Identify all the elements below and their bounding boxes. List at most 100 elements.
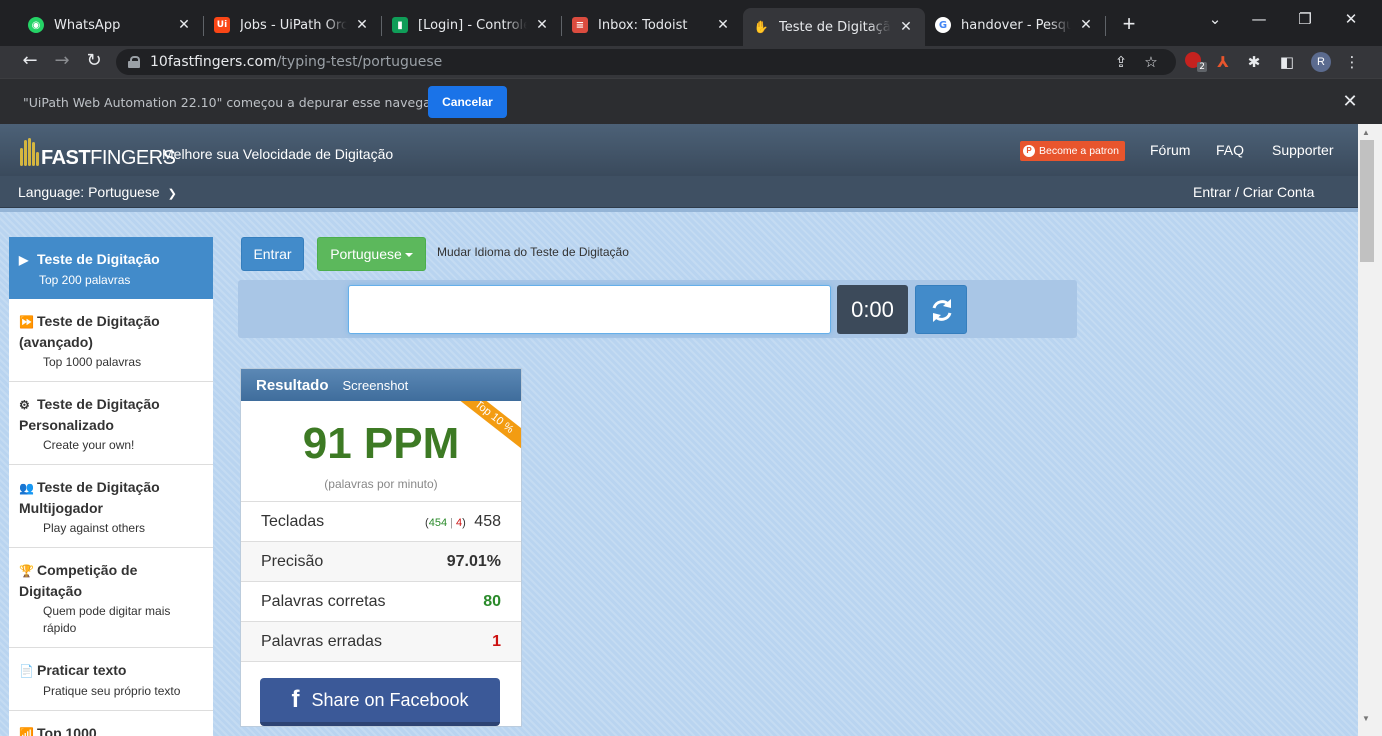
screenshot-link[interactable]: Screenshot — [343, 378, 409, 393]
tab-todoist[interactable]: ≡ Inbox: Todoist ✕ — [562, 8, 742, 42]
nav-supporter-link[interactable]: Supporter — [1272, 142, 1333, 158]
extension-badge-count: 2 — [1197, 62, 1207, 72]
forward-arrow-icon[interactable]: → — [50, 50, 74, 71]
puzzle-extensions-icon[interactable]: ✱ — [1244, 52, 1264, 72]
sidebar-item-sub: Top 200 palavras — [39, 273, 131, 287]
restore-icon[interactable]: ❐ — [1290, 10, 1320, 28]
sidebar-item-advanced[interactable]: ⏩ Teste de Digitação (avançado) Top 1000 … — [9, 299, 213, 382]
refresh-icon — [932, 299, 952, 322]
result-row-keystrokes: Tecladas (454 | 4) 458 — [241, 502, 521, 542]
sidebar-item-title: Teste de Digitação Multijogador — [19, 479, 160, 516]
site-tagline: Melhore sua Velocidade de Digitação — [162, 146, 394, 162]
chevron-down-icon: ❯ — [167, 188, 177, 200]
share-icon[interactable]: ⇪ — [1111, 52, 1131, 72]
page-scrollbar[interactable]: ▲ ▼ — [1358, 124, 1382, 736]
profile-avatar[interactable]: R — [1311, 52, 1331, 72]
address-bar[interactable]: 10fastfingers.com/typing-test/portuguese — [116, 49, 1176, 75]
restart-button[interactable] — [915, 285, 967, 334]
accuracy-label: Precisão — [261, 552, 324, 570]
sidebar-item-title: Praticar texto — [37, 662, 127, 678]
accuracy-value: 97.01% — [446, 552, 501, 570]
sidebar-item-title: Teste de Digitação Personalizado — [19, 396, 160, 433]
flag-icon: ▮ — [392, 17, 408, 33]
site-header: FASTFINGERS Melhore sua Velocidade de Di… — [0, 124, 1358, 176]
scroll-down-icon[interactable]: ▼ — [1362, 714, 1370, 723]
menu-kebab-icon[interactable]: ⋮ — [1342, 52, 1362, 72]
keystrokes-label: Tecladas — [261, 512, 325, 530]
result-header: Resultado Screenshot — [241, 369, 521, 401]
sidebar-item-sub: Create your own! — [43, 438, 135, 452]
facebook-icon: f — [291, 686, 300, 713]
tab-title: WhatsApp — [54, 17, 121, 33]
tab-title: [Login] - Controle de Acesso — [418, 17, 527, 33]
sidebar-item-practice[interactable]: 📄 Praticar texto Pratique seu próprio tex… — [9, 648, 213, 711]
side-panel-icon[interactable]: ◧ — [1277, 52, 1297, 72]
result-card: Resultado Screenshot Top 10 % 91 PPM (pa… — [240, 368, 522, 727]
tab-search-chevron-icon[interactable]: ⌄ — [1200, 10, 1230, 28]
nav-forum-link[interactable]: Fórum — [1150, 142, 1190, 158]
close-tab-icon[interactable]: ✕ — [897, 19, 915, 35]
tab-google-search[interactable]: G handover - Pesquisa Google ✕ — [925, 8, 1105, 42]
tab-whatsapp[interactable]: ◉ WhatsApp ✕ — [18, 8, 203, 42]
scrollbar-thumb[interactable] — [1360, 140, 1374, 262]
sidebar: ▶ Teste de Digitação Top 200 palavras ⏩ Te… — [9, 237, 213, 736]
tab-title: handover - Pesquisa Google — [961, 17, 1071, 33]
minimize-icon[interactable]: — — [1244, 10, 1274, 28]
window-close-icon[interactable]: ✕ — [1336, 10, 1366, 28]
bookmark-star-icon[interactable]: ☆ — [1141, 52, 1161, 72]
back-arrow-icon[interactable]: ← — [18, 50, 42, 71]
extension-badge-icon[interactable]: 2 — [1183, 52, 1207, 72]
ppm-box: Top 10 % 91 PPM (palavras por minuto) — [241, 401, 521, 502]
sidebar-item-typing-test[interactable]: ▶ Teste de Digitação Top 200 palavras — [9, 237, 213, 299]
result-row-accuracy: Precisão 97.01% — [241, 542, 521, 582]
close-tab-icon[interactable]: ✕ — [533, 17, 551, 33]
sidebar-item-top1000[interactable]: 📶 Top 1000 — [9, 711, 213, 736]
result-row-correct-words: Palavras corretas 80 — [241, 582, 521, 622]
sidebar-item-title: Competição de Digitação — [19, 562, 138, 599]
close-infobar-icon[interactable]: ✕ — [1340, 91, 1360, 112]
scroll-up-icon[interactable]: ▲ — [1362, 128, 1370, 137]
reload-icon[interactable]: ↻ — [82, 50, 106, 71]
wpm-caption: (palavras por minuto) — [324, 477, 438, 491]
tab-typing-test[interactable]: ✋ Teste de Digitação Português ✕ — [743, 8, 925, 46]
url-host: 10fastfingers.com — [150, 54, 277, 70]
typing-input[interactable] — [348, 285, 831, 334]
login-signup-link[interactable]: Entrar / Criar Conta — [1193, 184, 1314, 200]
language-label: Language: Portuguese — [18, 184, 160, 200]
lock-icon — [128, 56, 140, 68]
tab-uipath-jobs[interactable]: Ui Jobs - UiPath Orchestrator ✕ — [204, 8, 381, 42]
sidebar-item-sub: Play against others — [43, 521, 146, 535]
close-tab-icon[interactable]: ✕ — [714, 17, 732, 33]
become-patron-button[interactable]: P Become a patron — [1020, 141, 1125, 161]
close-tab-icon[interactable]: ✕ — [175, 17, 193, 33]
caret-down-icon — [404, 253, 413, 258]
sidebar-item-custom[interactable]: ⚙ Teste de Digitação Personalizado Create… — [9, 382, 213, 465]
language-select-button[interactable]: Portuguese — [317, 237, 426, 271]
sidebar-item-title: Top 1000 — [37, 725, 97, 736]
entrar-button[interactable]: Entrar — [241, 237, 304, 271]
site-logo[interactable]: FASTFINGERS — [17, 132, 176, 170]
google-icon: G — [935, 17, 951, 33]
close-tab-icon[interactable]: ✕ — [1077, 17, 1095, 33]
language-dropdown[interactable]: Language: Portuguese ❯ — [18, 184, 177, 200]
nav-faq-link[interactable]: FAQ — [1216, 142, 1244, 158]
keystrokes-total: 458 — [474, 512, 501, 530]
wrong-words-value: 1 — [492, 632, 501, 650]
new-tab-plus-icon[interactable]: + — [1117, 13, 1141, 37]
signal-bars-icon: 📶 — [19, 727, 34, 736]
gears-icon: ⚙ — [19, 398, 30, 412]
sidebar-item-sub: Pratique seu próprio texto — [43, 684, 181, 698]
hand-logo-icon — [17, 136, 39, 170]
document-icon: 📄 — [19, 664, 34, 678]
sidebar-item-competition[interactable]: 🏆 Competição de Digitação Quem pode digit… — [9, 548, 213, 648]
url-path: /typing-test/portuguese — [276, 54, 443, 70]
tab-login-controle[interactable]: ▮ [Login] - Controle de Acesso ✕ — [382, 8, 561, 42]
cancel-debug-button[interactable]: Cancelar — [428, 86, 507, 118]
result-title: Resultado — [256, 376, 329, 394]
keystrokes-value: (454 | 4) 458 — [425, 512, 501, 530]
sidebar-item-multiplayer[interactable]: 👥 Teste de Digitação Multijogador Play ag… — [9, 465, 213, 548]
close-tab-icon[interactable]: ✕ — [353, 17, 371, 33]
share-facebook-button[interactable]: f Share on Facebook — [260, 678, 500, 726]
play-icon: ▶ — [19, 253, 29, 267]
pdf-extension-icon[interactable]: ⅄ — [1213, 52, 1233, 72]
